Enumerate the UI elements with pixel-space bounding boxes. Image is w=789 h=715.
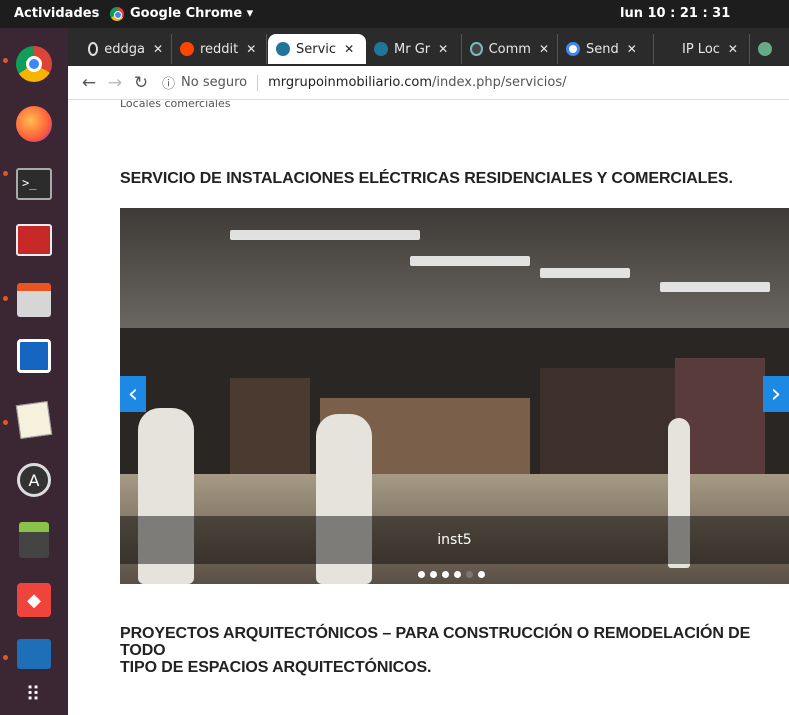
browser-toolbar: ← → ↻ ⓘ No seguro mrgrupoinmobiliario.co… <box>68 66 789 100</box>
tab-label: reddit <box>200 41 239 57</box>
forward-icon[interactable]: → <box>102 73 128 93</box>
tab-label: eddga <box>104 41 145 57</box>
files-launcher-icon[interactable] <box>12 278 56 322</box>
slide-caption: inst5 <box>120 516 789 564</box>
image-slider[interactable]: ‹ › inst5 <box>120 208 789 584</box>
tab-comm[interactable]: Comm ✕ <box>462 34 558 64</box>
reload-icon[interactable]: ↻ <box>128 73 154 93</box>
firefox-launcher-icon[interactable] <box>12 102 56 146</box>
url-host: mrgrupoinmobiliario.com <box>268 75 433 90</box>
heading-line: TIPO DE ESPACIOS ARQUITECTÓNICOS. <box>120 659 432 676</box>
blank-icon <box>662 42 676 56</box>
running-indicator <box>3 420 8 425</box>
close-icon[interactable]: ✕ <box>246 42 256 56</box>
tab-label: IP Loc <box>682 41 720 57</box>
calculator-launcher-icon[interactable] <box>12 518 56 562</box>
github-icon <box>88 42 99 56</box>
wordpress-icon <box>374 42 388 56</box>
slider-next-button[interactable]: › <box>763 376 789 412</box>
globe-icon <box>758 42 772 56</box>
running-indicator <box>3 171 8 176</box>
app-menu[interactable]: Google Chrome ▾ <box>110 6 253 21</box>
tab-label: Mr Gr <box>394 41 431 57</box>
tab-strip: eddga ✕ reddit ✕ Servic ✕ Mr Gr ✕ Comm ✕… <box>68 28 789 66</box>
terminal-launcher-icon[interactable]: >_ <box>12 162 56 206</box>
running-indicator <box>3 655 8 660</box>
tab-mr-grupo[interactable]: Mr Gr ✕ <box>366 34 462 64</box>
partial-label: Locales comerciales <box>120 100 231 110</box>
close-icon[interactable]: ✕ <box>627 42 637 56</box>
close-icon[interactable]: ✕ <box>438 42 448 56</box>
chrome-icon <box>110 6 124 21</box>
running-indicator <box>3 296 8 301</box>
slider-dot[interactable] <box>442 571 449 578</box>
running-indicator <box>3 58 8 63</box>
tab-overflow[interactable] <box>750 34 789 64</box>
app-name: Google Chrome ▾ <box>130 6 254 21</box>
tab-reddit[interactable]: reddit ✕ <box>172 34 267 64</box>
heading-line: PROYECTOS ARQUITECTÓNICOS – PARA CONSTRU… <box>120 625 751 659</box>
tab-label: Servic <box>296 41 337 57</box>
tab-label: Comm <box>488 41 531 57</box>
url-path: /index.php/servicios/ <box>432 75 567 90</box>
tab-eddga[interactable]: eddga ✕ <box>80 34 172 64</box>
slider-dot[interactable] <box>454 571 461 578</box>
tab-servicios[interactable]: Servic ✕ <box>268 34 366 64</box>
slider-pagination <box>418 571 485 578</box>
security-label: No seguro <box>181 75 248 90</box>
section-heading-electrical: SERVICIO DE INSTALACIONES ELÉCTRICAS RES… <box>120 170 733 187</box>
slide-image <box>120 208 789 328</box>
clock[interactable]: lun 10 : 21 : 31 <box>620 6 730 21</box>
wordpress-icon <box>276 42 290 56</box>
software-updater-launcher-icon[interactable]: A <box>12 458 56 502</box>
divider <box>257 74 259 91</box>
close-icon[interactable]: ✕ <box>344 42 354 56</box>
chrome-launcher-icon[interactable] <box>12 42 56 86</box>
address-bar[interactable]: ⓘ No seguro mrgrupoinmobiliario.com/inde… <box>162 73 567 92</box>
close-icon[interactable]: ✕ <box>728 42 738 56</box>
google-icon <box>566 42 580 56</box>
anydesk-launcher-icon[interactable]: ◆ <box>12 578 56 622</box>
section-heading-architecture: PROYECTOS ARQUITECTÓNICOS – PARA CONSTRU… <box>120 625 789 676</box>
web-page: Locales comerciales SERVICIO DE INSTALAC… <box>68 100 789 715</box>
show-applications-icon[interactable]: ⠿ <box>12 672 56 715</box>
top-bar: Actividades Google Chrome ▾ lun 10 : 21 … <box>0 0 789 28</box>
close-icon[interactable]: ✕ <box>153 42 163 56</box>
slider-dot[interactable] <box>478 571 485 578</box>
slider-dot[interactable] <box>466 571 473 578</box>
tab-ip-loc[interactable]: IP Loc ✕ <box>654 34 750 64</box>
tab-label: Send <box>586 41 619 57</box>
slider-dot[interactable] <box>418 571 425 578</box>
slider-dot[interactable] <box>430 571 437 578</box>
save-app-launcher-icon[interactable] <box>12 632 56 676</box>
virtualbox-launcher-icon[interactable] <box>12 334 56 378</box>
dock: >_ A ◆ ⠿ <box>0 28 68 715</box>
reddit-icon <box>180 42 194 56</box>
activities-button[interactable]: Actividades <box>14 6 99 21</box>
eye-icon <box>470 42 483 56</box>
back-icon[interactable]: ← <box>76 73 102 93</box>
close-icon[interactable]: ✕ <box>539 42 549 56</box>
text-editor-launcher-icon[interactable] <box>12 398 56 442</box>
tab-send[interactable]: Send ✕ <box>558 34 654 64</box>
slider-prev-button[interactable]: ‹ <box>120 376 146 412</box>
system-monitor-launcher-icon[interactable] <box>12 218 56 262</box>
info-icon[interactable]: ⓘ <box>162 73 175 92</box>
